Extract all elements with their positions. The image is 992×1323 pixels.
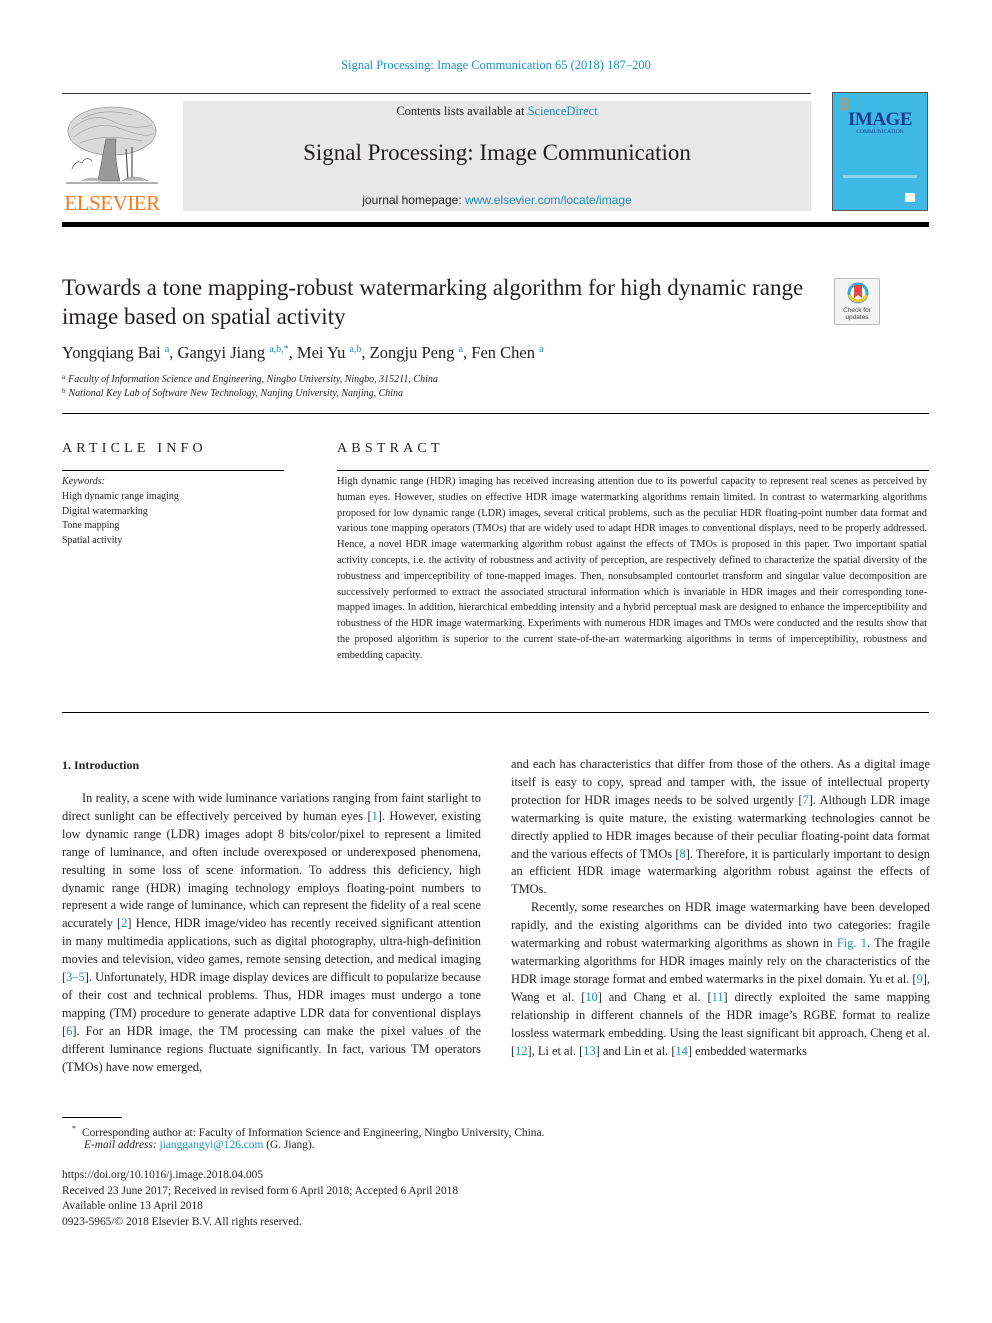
reference-link[interactable]: 13	[583, 1044, 595, 1058]
abstract-body: High dynamic range (HDR) imaging has rec…	[337, 476, 927, 661]
keywords-list: High dynamic range imaging Digital water…	[62, 490, 179, 548]
keyword-item[interactable]: Digital watermarking	[62, 505, 179, 520]
sciencedirect-link[interactable]: ScienceDirect	[528, 104, 598, 118]
keyword-item[interactable]: Spatial activity	[62, 534, 179, 549]
reference-link[interactable]: 1	[372, 809, 378, 823]
reference-link[interactable]: 12	[515, 1044, 527, 1058]
email-label: E-mail address:	[84, 1139, 157, 1151]
right-column: and each has characteristics that differ…	[511, 756, 930, 1060]
abstract-heading: ABSTRACT	[337, 441, 444, 456]
check-for-updates-label: Check for updates	[843, 307, 871, 321]
article-info-heading: ARTICLE INFO	[62, 441, 207, 456]
doi-link[interactable]: https://doi.org/10.1016/j.image.2018.04.…	[62, 1169, 263, 1181]
author-name[interactable]: Gangyi Jiang	[178, 343, 266, 362]
email-suffix: (G. Jiang).	[263, 1139, 315, 1151]
reference-link[interactable]: 3–5	[66, 970, 85, 984]
contents-prefix: Contents lists available at	[396, 104, 528, 118]
reference-link[interactable]: Fig. 1	[837, 936, 867, 950]
reference-link[interactable]: 9	[917, 972, 923, 986]
keywords-label: Keywords:	[62, 476, 105, 487]
keyword-item[interactable]: High dynamic range imaging	[62, 490, 179, 505]
paragraph: and each has characteristics that differ…	[511, 757, 930, 897]
affiliation-a: a Faculty of Information Science and Engi…	[62, 373, 438, 385]
author-name[interactable]: Yongqiang Bai	[62, 343, 161, 362]
left-column: In reality, a scene with wide luminance …	[62, 790, 481, 1077]
header-top-rule	[62, 93, 811, 94]
crossmark-icon	[847, 282, 869, 304]
paragraph: In reality, a scene with wide luminance …	[62, 791, 482, 1074]
paper-title: Towards a tone mapping-robust watermarki…	[62, 275, 804, 329]
paragraph: Recently, some researches on HDR image w…	[511, 900, 930, 1058]
publisher-logo-text: ELSEVIER	[64, 191, 160, 215]
check-for-updates-button[interactable]: Check for updates	[834, 278, 880, 325]
footnote-rule	[62, 1117, 122, 1118]
author-name[interactable]: Mei Yu	[297, 343, 345, 362]
copyright: 0923-5965/© 2018 Elsevier B.V. All right…	[62, 1216, 302, 1228]
cover-subtitle: COMMUNICATION	[856, 129, 904, 135]
affiliation-b: b National Key Lab of Software New Techno…	[62, 387, 403, 399]
affiliation-text: National Key Lab of Software New Technol…	[68, 388, 404, 399]
reference-link[interactable]: 14	[675, 1044, 687, 1058]
article-info-rule	[62, 470, 284, 471]
abstract-rule	[337, 470, 929, 471]
affiliation-mark: b	[62, 387, 66, 395]
author-affiliation-mark[interactable]: a	[539, 344, 543, 355]
reference-link[interactable]: 2	[121, 916, 127, 930]
homepage-link[interactable]: www.elsevier.com/locate/image	[465, 193, 632, 207]
author-affiliation-mark[interactable]: a	[165, 344, 169, 355]
reference-link[interactable]: 7	[803, 793, 809, 807]
homepage-prefix: journal homepage:	[362, 193, 465, 207]
affiliation-mark: a	[62, 373, 66, 381]
author-list: Yongqiang Bai a, Gangyi Jiang a,b,*, Mei…	[62, 343, 544, 362]
header-thick-rule	[62, 222, 929, 227]
asterisk-mark: *	[72, 1124, 76, 1133]
available-online: Available online 13 April 2018	[62, 1200, 203, 1212]
reference-link[interactable]: 10	[585, 990, 597, 1004]
section-heading-introduction: 1. Introduction	[62, 758, 140, 772]
contents-available: Contents lists available at ScienceDirec…	[183, 104, 811, 119]
journal-title: Signal Processing: Image Communication	[303, 140, 691, 165]
email-note: E-mail address: jianggangyi@126.com (G. …	[84, 1139, 315, 1151]
author-name[interactable]: Fen Chen	[471, 343, 535, 362]
keyword-item[interactable]: Tone mapping	[62, 519, 179, 534]
journal-header-box: Contents lists available at ScienceDirec…	[183, 101, 811, 211]
reference-link[interactable]: 6	[66, 1024, 72, 1038]
journal-cover-thumbnail[interactable]: IMAGE COMMUNICATION	[832, 92, 928, 211]
affiliation-text: Faculty of Information Science and Engin…	[68, 374, 438, 385]
abstract-bottom-rule	[62, 712, 929, 713]
author-name[interactable]: Zongju Peng	[370, 343, 455, 362]
reference-link[interactable]: 11	[712, 990, 724, 1004]
received-dates: Received 23 June 2017; Received in revis…	[62, 1185, 459, 1197]
corresponding-text: Corresponding author at: Faculty of Info…	[82, 1126, 545, 1139]
author-affiliation-mark[interactable]: a,b,*	[269, 344, 288, 355]
cover-title: IMAGE	[848, 109, 913, 130]
cover-stripe	[843, 175, 917, 178]
cover-publisher-badge-icon	[905, 193, 915, 202]
journal-homepage: journal homepage: www.elsevier.com/locat…	[183, 193, 811, 208]
author-affiliation-mark[interactable]: a	[459, 344, 463, 355]
journal-reference-link[interactable]: Signal Processing: Image Communication 6…	[0, 58, 992, 73]
corresponding-author-note: * Corresponding author at: Faculty of Inf…	[72, 1124, 544, 1139]
reference-link[interactable]: 8	[680, 847, 686, 861]
author-affiliation-mark[interactable]: a,b	[349, 344, 361, 355]
email-link[interactable]: jianggangyi@126.com	[160, 1139, 264, 1151]
title-bottom-rule	[62, 413, 929, 414]
